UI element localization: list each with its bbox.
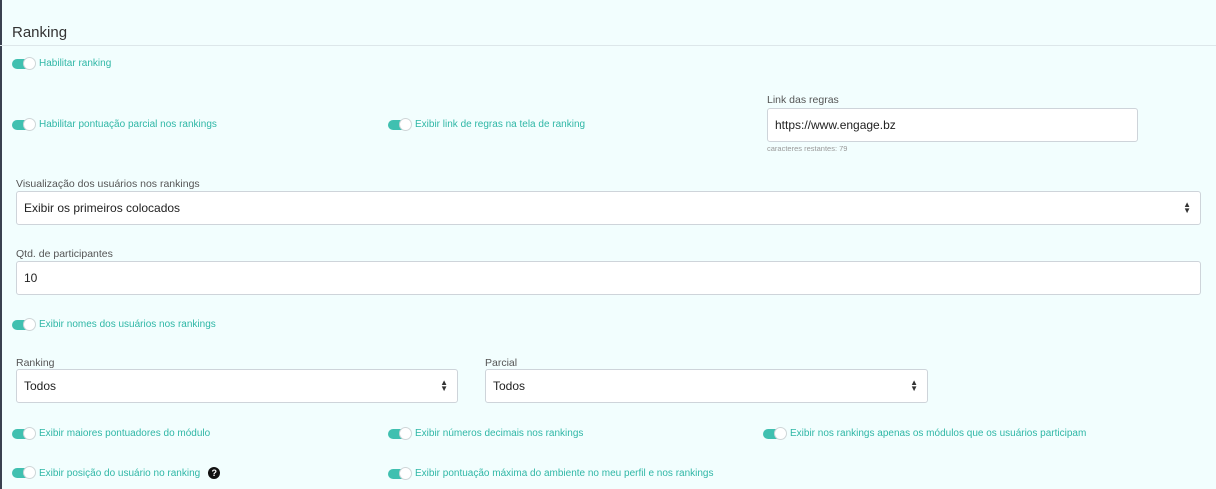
toggle-switch[interactable] (12, 117, 36, 131)
link-regras-label: Link das regras (767, 94, 839, 106)
toggle-numeros-decimais[interactable]: Exibir números decimais nos rankings (388, 426, 584, 440)
toggle-switch[interactable] (12, 317, 36, 331)
link-regras-input[interactable] (767, 108, 1138, 142)
parcial-select-label: Parcial (485, 357, 518, 369)
toggle-knob (23, 56, 36, 70)
toggle-label: Exibir números decimais nos rankings (415, 428, 584, 439)
visualizacao-select[interactable]: Exibir os primeiros colocados ▲ ▼ (16, 191, 1201, 225)
toggle-knob (399, 426, 412, 440)
toggle-habilitar-ranking[interactable]: Habilitar ranking (12, 56, 112, 70)
toggle-pontuacao-parcial[interactable]: Habilitar pontuação parcial nos rankings (12, 117, 217, 131)
toggle-switch[interactable] (388, 466, 412, 480)
toggle-pontuacao-maxima[interactable]: Exibir pontuação máxima do ambiente no m… (388, 466, 714, 480)
visualizacao-selected-value: Exibir os primeiros colocados (24, 201, 181, 215)
parcial-selected-value: Todos (493, 379, 526, 393)
toggle-switch[interactable] (388, 117, 412, 131)
title-divider (0, 45, 1216, 46)
ranking-select-label: Ranking (16, 357, 55, 369)
question-icon[interactable]: ? (208, 467, 221, 479)
parcial-select[interactable]: Todos ▲ ▼ (485, 369, 928, 403)
toggle-switch[interactable] (763, 426, 787, 440)
toggle-knob (23, 426, 36, 440)
left-edge-divider (0, 0, 2, 489)
qtd-participantes-input[interactable] (16, 261, 1201, 295)
toggle-apenas-modulos[interactable]: Exibir nos rankings apenas os módulos qu… (763, 426, 1087, 440)
toggle-switch[interactable] (388, 426, 412, 440)
toggle-label: Exibir pontuação máxima do ambiente no m… (415, 468, 714, 479)
toggle-knob (399, 117, 412, 131)
toggle-switch[interactable] (12, 56, 36, 70)
ranking-select[interactable]: Todos ▲ ▼ (16, 369, 458, 403)
qtd-participantes-label: Qtd. de participantes (16, 248, 113, 260)
section-title: Ranking (12, 24, 68, 41)
toggle-link-regras[interactable]: Exibir link de regras na tela de ranking (388, 117, 586, 131)
toggle-nomes-usuarios[interactable]: Exibir nomes dos usuários nos rankings (12, 317, 216, 331)
toggle-knob (774, 426, 787, 440)
toggle-knob (23, 117, 36, 131)
toggle-knob (23, 466, 36, 479)
ranking-selected-value: Todos (24, 379, 57, 393)
toggle-label: Exibir link de regras na tela de ranking (415, 119, 586, 130)
toggle-label: Exibir maiores pontuadores do módulo (39, 428, 211, 439)
select-arrows-icon: ▲ ▼ (1183, 200, 1191, 215)
toggle-label: Habilitar pontuação parcial nos rankings (39, 119, 217, 130)
toggle-maiores-pontuadores[interactable]: Exibir maiores pontuadores do módulo (12, 426, 211, 440)
toggle-knob (399, 466, 412, 480)
toggle-switch[interactable] (12, 466, 36, 479)
toggle-posicao-usuario[interactable]: Exibir posição do usuário no ranking ? (12, 466, 221, 479)
remaining-characters-hint: caracteres restantes: 79 (767, 144, 848, 153)
toggle-label: Exibir posição do usuário no ranking (39, 467, 201, 479)
toggle-label: Exibir nomes dos usuários nos rankings (39, 319, 216, 330)
toggle-knob (23, 317, 36, 331)
toggle-label: Exibir nos rankings apenas os módulos qu… (790, 428, 1087, 439)
toggle-switch[interactable] (12, 426, 36, 440)
select-arrows-icon: ▲ ▼ (910, 378, 918, 393)
visualizacao-label: Visualização dos usuários nos rankings (16, 178, 200, 190)
select-arrows-icon: ▲ ▼ (440, 378, 448, 393)
toggle-label: Habilitar ranking (39, 58, 112, 69)
